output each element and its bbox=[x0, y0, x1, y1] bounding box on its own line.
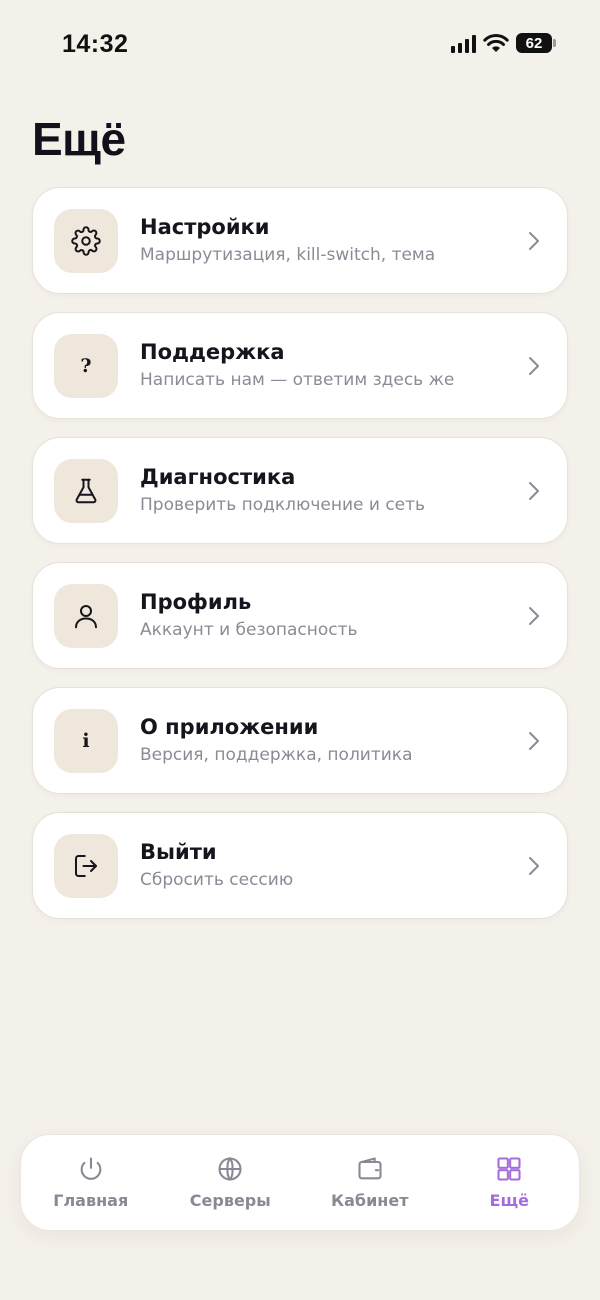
status-bar: 14:32 62 bbox=[0, 0, 600, 88]
menu-item-subtitle: Версия, поддержка, политика bbox=[140, 745, 413, 765]
menu-item-title: Диагностика bbox=[140, 465, 296, 489]
menu-icon-tile bbox=[54, 208, 118, 273]
menu-item-subtitle: Написать нам — ответим здесь же bbox=[140, 370, 455, 390]
cellular-signal-icon bbox=[451, 33, 476, 53]
menu-item-text: Поддержка Написать нам — ответим здесь ж… bbox=[140, 338, 527, 393]
menu-item-subtitle: Сбросить сессию bbox=[140, 870, 294, 890]
user-icon bbox=[75, 604, 97, 628]
chevron-right-icon bbox=[529, 731, 539, 750]
menu-list: Настройки Маршрутизация, kill-switch, те… bbox=[32, 187, 568, 937]
grid-icon bbox=[497, 1157, 521, 1181]
menu-icon-tile: ? bbox=[54, 333, 118, 398]
wallet-icon bbox=[358, 1157, 382, 1180]
menu-item-about[interactable]: i О приложении Версия, поддержка, полити… bbox=[32, 687, 568, 794]
tab-label: Серверы bbox=[189, 1191, 271, 1210]
bottom-tab-bar: Главная Серверы Кабинет Ещё bbox=[20, 1134, 580, 1231]
menu-item-text: Настройки Маршрутизация, kill-switch, те… bbox=[140, 213, 527, 268]
menu-item-diagnostics[interactable]: Диагностика Проверить подключение и сеть bbox=[32, 437, 568, 544]
menu-item-text: Профиль Аккаунт и безопасность bbox=[140, 588, 527, 643]
menu-item-title: Профиль bbox=[140, 590, 252, 614]
menu-icon-tile bbox=[54, 583, 118, 648]
gear-icon bbox=[71, 225, 101, 256]
menu-item-text: О приложении Версия, поддержка, политика bbox=[140, 713, 527, 768]
menu-icon-tile bbox=[54, 458, 118, 523]
chevron-right-icon bbox=[529, 606, 539, 625]
tab-more[interactable]: Ещё bbox=[440, 1135, 580, 1230]
question-icon: ? bbox=[80, 354, 92, 377]
menu-item-title: Поддержка bbox=[140, 340, 285, 364]
menu-icon-tile: i bbox=[54, 708, 118, 773]
menu-item-title: О приложении bbox=[140, 715, 319, 739]
chevron-right-icon bbox=[529, 231, 539, 250]
wifi-icon bbox=[483, 34, 509, 52]
menu-item-settings[interactable]: Настройки Маршрутизация, kill-switch, те… bbox=[32, 187, 568, 294]
status-indicators: 62 bbox=[451, 33, 556, 53]
chevron-right-icon bbox=[529, 481, 539, 500]
menu-item-logout[interactable]: Выйти Сбросить сессию bbox=[32, 812, 568, 919]
menu-item-subtitle: Маршрутизация, kill-switch, тема bbox=[140, 245, 436, 265]
tab-label: Кабинет bbox=[331, 1191, 409, 1210]
menu-item-title: Выйти bbox=[140, 840, 217, 864]
tab-cabinet[interactable]: Кабинет bbox=[300, 1135, 440, 1230]
status-time: 14:32 bbox=[62, 30, 129, 58]
chevron-right-icon bbox=[529, 856, 539, 875]
menu-item-subtitle: Проверить подключение и сеть bbox=[140, 495, 426, 515]
tab-servers[interactable]: Серверы bbox=[161, 1135, 301, 1230]
menu-item-text: Выйти Сбросить сессию bbox=[140, 838, 527, 893]
tab-label: Ещё bbox=[489, 1191, 529, 1210]
menu-item-text: Диагностика Проверить подключение и сеть bbox=[140, 463, 527, 518]
battery-icon: 62 bbox=[516, 33, 556, 53]
info-icon: i bbox=[82, 729, 90, 752]
menu-item-subtitle: Аккаунт и безопасность bbox=[140, 620, 358, 640]
logout-icon bbox=[75, 854, 97, 877]
tab-home[interactable]: Главная bbox=[21, 1135, 161, 1230]
tab-label: Главная bbox=[53, 1191, 129, 1210]
flask-icon bbox=[75, 478, 97, 503]
globe-icon bbox=[218, 1157, 242, 1181]
page-title: Ещё bbox=[32, 113, 126, 165]
menu-item-profile[interactable]: Профиль Аккаунт и безопасность bbox=[32, 562, 568, 669]
menu-item-support[interactable]: ? Поддержка Написать нам — ответим здесь… bbox=[32, 312, 568, 419]
menu-item-title: Настройки bbox=[140, 215, 270, 239]
chevron-right-icon bbox=[529, 356, 539, 375]
battery-level: 62 bbox=[525, 34, 543, 52]
power-icon bbox=[80, 1157, 102, 1180]
menu-icon-tile bbox=[54, 833, 118, 898]
